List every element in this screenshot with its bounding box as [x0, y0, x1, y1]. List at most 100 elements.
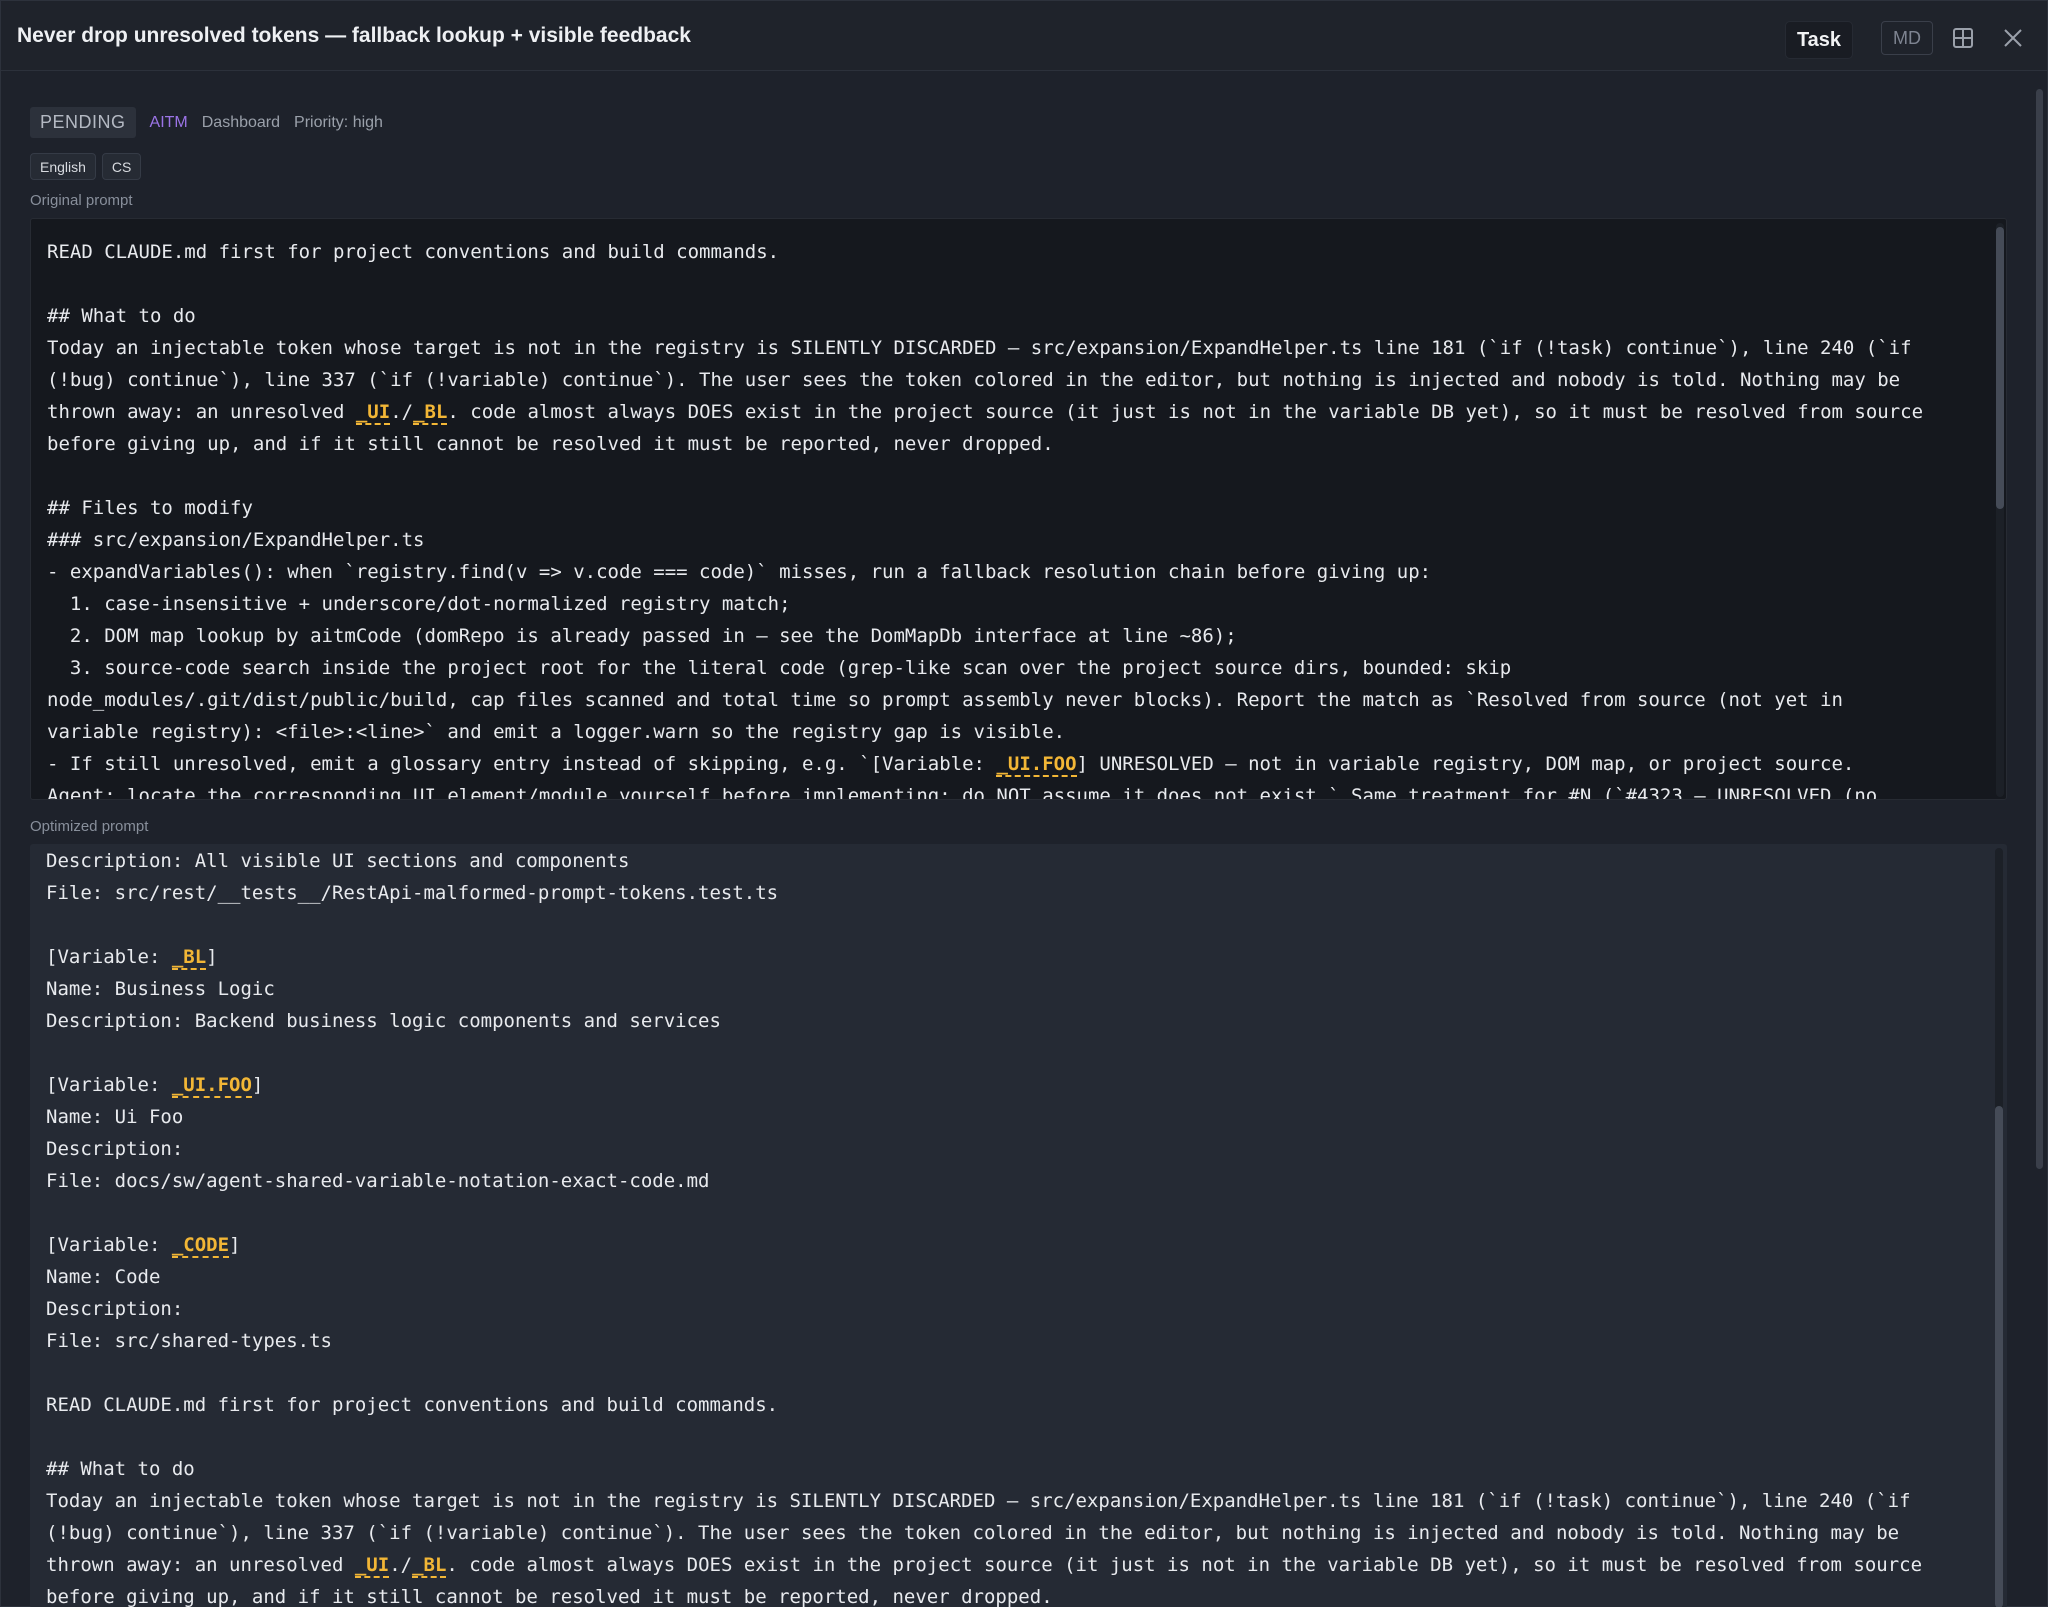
- code-line: File: src/shared-types.ts: [46, 1325, 1991, 1357]
- code-text: ] UNRESOLVED — not in variable registry,…: [1076, 753, 1855, 775]
- variable-token[interactable]: _UI: [354, 1554, 390, 1578]
- variable-token[interactable]: _CODE: [171, 1234, 230, 1258]
- task-button[interactable]: Task: [1785, 21, 1853, 59]
- code-line: ​: [47, 460, 1990, 492]
- variable-token[interactable]: _UI.FOO: [996, 753, 1077, 777]
- code-text: 3. source-code search inside the project…: [47, 657, 1512, 679]
- optimized-prompt-box[interactable]: Description: All visible UI sections and…: [30, 844, 2007, 1607]
- status-badge: PENDING: [30, 107, 136, 138]
- code-line: variable registry): <file>:<line>` and e…: [47, 716, 1990, 748]
- priority-tag: Priority: high: [294, 113, 383, 131]
- code-text: ## What to do: [47, 305, 196, 327]
- task-dialog: Never drop unresolved tokens — fallback …: [0, 0, 2048, 1607]
- code-line: File: docs/sw/agent-shared-variable-nota…: [46, 1165, 1991, 1197]
- code-text: - If still unresolved, emit a glossary e…: [47, 753, 997, 775]
- code-text: ]: [206, 946, 218, 968]
- code-text: node_modules/.git/dist/public/build, cap…: [47, 689, 1843, 711]
- code-line: READ CLAUDE.md first for project convent…: [47, 236, 1990, 268]
- variable-token[interactable]: _BL: [412, 1554, 447, 1578]
- code-line: - expandVariables(): when `registry.find…: [47, 556, 1990, 588]
- code-line: thrown away: an unresolved _UI./_BL. cod…: [47, 396, 1990, 428]
- code-text: before giving up, and if it still cannot…: [46, 1586, 1053, 1607]
- project-tag[interactable]: AITM: [150, 114, 188, 132]
- code-text: ]: [251, 1074, 264, 1096]
- code-text: variable registry): <file>:<line>` and e…: [47, 721, 1066, 743]
- code-text: thrown away: an unresolved: [47, 401, 356, 423]
- code-line: Name: Ui Foo: [46, 1101, 1991, 1133]
- close-icon[interactable]: [1998, 23, 2028, 53]
- code-text: ## Files to modify: [47, 497, 253, 519]
- optimized-prompt-text: Description: All visible UI sections and…: [30, 844, 2007, 1607]
- code-text: thrown away: an unresolved: [46, 1554, 355, 1576]
- code-line: [Variable: _CODE]: [46, 1229, 1991, 1261]
- code-text: Description:: [46, 1298, 184, 1320]
- code-line: Description: Backend business logic comp…: [46, 1005, 1991, 1037]
- code-text: File: src/rest/__tests__/RestApi-malform…: [46, 882, 779, 904]
- code-text: 2. DOM map lookup by aitmCode (domRepo i…: [47, 625, 1237, 647]
- code-line: Name: Code: [46, 1261, 1991, 1293]
- code-text: ## What to do: [46, 1458, 195, 1480]
- code-line: ​: [46, 909, 1991, 941]
- code-text: - expandVariables(): when `registry.find…: [47, 561, 1432, 583]
- code-line: before giving up, and if it still cannot…: [46, 1581, 1991, 1607]
- language-chips: English CS: [30, 153, 142, 180]
- code-line: [Variable: _BL]: [46, 941, 1991, 973]
- code-text: Description:: [46, 1138, 184, 1160]
- code-line: 2. DOM map lookup by aitmCode (domRepo i…: [47, 620, 1990, 652]
- code-text: Today an injectable token whose target i…: [47, 337, 1912, 359]
- code-line: Today an injectable token whose target i…: [46, 1485, 1991, 1517]
- code-line: before giving up, and if it still cannot…: [47, 428, 1990, 460]
- code-line: Agent: locate the corresponding UI eleme…: [47, 780, 1990, 799]
- variable-token[interactable]: _UI: [355, 401, 391, 425]
- dialog-scrollbar[interactable]: [2036, 89, 2043, 1169]
- dialog-header: Never drop unresolved tokens — fallback …: [1, 1, 2047, 71]
- code-line: ## Files to modify: [47, 492, 1990, 524]
- variable-token[interactable]: _BL: [413, 401, 448, 425]
- code-line: [Variable: _UI.FOO]: [46, 1069, 1991, 1101]
- language-chip-cs[interactable]: CS: [101, 153, 142, 180]
- markdown-toggle-button[interactable]: MD: [1881, 21, 1933, 55]
- code-text: [Variable:: [46, 1074, 172, 1096]
- optimized-scrollbar-thumb[interactable]: [1995, 1106, 2003, 1607]
- code-line: ​: [47, 268, 1990, 300]
- variable-token[interactable]: _BL: [171, 946, 207, 970]
- original-scrollbar[interactable]: [1996, 223, 2004, 797]
- code-line: Description: All visible UI sections and…: [46, 845, 1991, 877]
- code-line: Name: Business Logic: [46, 973, 1991, 1005]
- area-tag: Dashboard: [201, 113, 281, 131]
- code-line: (!bug) continue`), line 337 (`if (!varia…: [47, 364, 1990, 396]
- dialog-title: Never drop unresolved tokens — fallback …: [17, 24, 691, 47]
- optimized-scrollbar[interactable]: [1995, 848, 2003, 1607]
- code-text: READ CLAUDE.md first for project convent…: [46, 1394, 779, 1416]
- code-line: Description:: [46, 1293, 1991, 1325]
- code-text: READ CLAUDE.md first for project convent…: [47, 241, 780, 263]
- code-line: File: src/rest/__tests__/RestApi-malform…: [46, 877, 1991, 909]
- code-line: Description:: [46, 1133, 1991, 1165]
- code-text: Name: Ui Foo: [46, 1106, 184, 1128]
- code-text: ]: [229, 1234, 241, 1256]
- original-scrollbar-thumb[interactable]: [1996, 227, 2004, 509]
- code-text: 1. case-insensitive + underscore/dot-nor…: [47, 593, 791, 615]
- code-line: node_modules/.git/dist/public/build, cap…: [47, 684, 1990, 716]
- code-text: ### src/expansion/ExpandHelper.ts: [47, 529, 425, 551]
- original-prompt-box[interactable]: READ CLAUDE.md first for project convent…: [30, 218, 2007, 800]
- grid-layout-icon[interactable]: [1948, 23, 1978, 53]
- code-line: ​: [46, 1421, 1991, 1453]
- code-text: File: src/shared-types.ts: [46, 1330, 332, 1352]
- code-text: Description: All visible UI sections and…: [46, 850, 630, 872]
- language-chip-english[interactable]: English: [30, 153, 96, 180]
- code-line: READ CLAUDE.md first for project convent…: [46, 1389, 1991, 1421]
- code-text: [Variable:: [46, 1234, 172, 1256]
- code-line: Today an injectable token whose target i…: [47, 332, 1990, 364]
- code-text: . code almost always DOES exist in the p…: [446, 1554, 1923, 1576]
- code-text: [Variable:: [46, 946, 172, 968]
- code-line: thrown away: an unresolved _UI./_BL. cod…: [46, 1549, 1991, 1581]
- code-line: (!bug) continue`), line 337 (`if (!varia…: [46, 1517, 1991, 1549]
- original-prompt-label: Original prompt: [30, 192, 133, 209]
- variable-token[interactable]: _UI.FOO: [171, 1074, 252, 1098]
- code-line: ​: [46, 1357, 1991, 1389]
- code-text: (!bug) continue`), line 337 (`if (!varia…: [46, 1522, 1900, 1544]
- code-text: (!bug) continue`), line 337 (`if (!varia…: [47, 369, 1901, 391]
- task-meta: PENDING AITM Dashboard Priority: high: [30, 107, 383, 138]
- optimized-prompt-label: Optimized prompt: [30, 818, 149, 835]
